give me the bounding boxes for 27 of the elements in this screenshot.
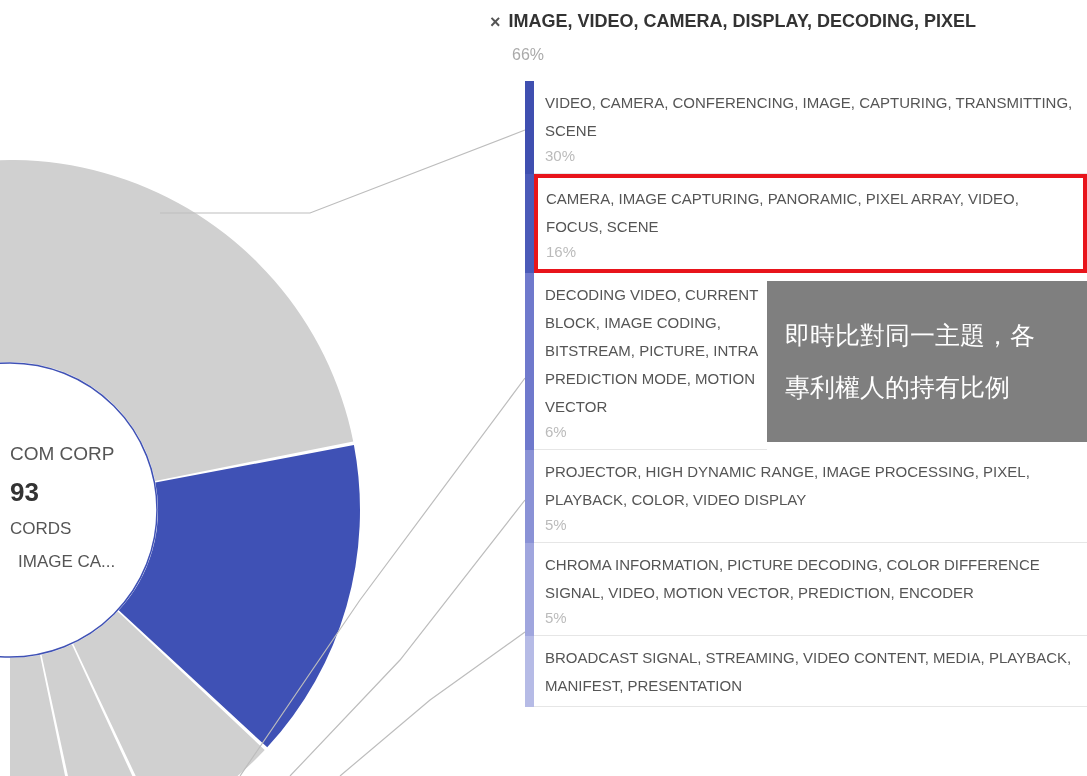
caption-text: 即時比對同一主題，各 — [785, 320, 1036, 351]
subtopic-label: VIDEO, CAMERA, CONFERENCING, IMAGE, CAPTURING, TRANSMITTING, SCENE — [545, 93, 1074, 141]
subtopic-item[interactable]: PROJECTOR, HIGH DYNAMIC RANGE, IMAGE PROCESSING, PIXEL, PLAYBACK, COLOR, VIDEO DISPLAY 5% — [534, 450, 1087, 543]
center-title: COM CORP — [10, 442, 116, 466]
topic-title: IMAGE, VIDEO, CAMERA, DISPLAY, DECODING, PIXEL — [508, 10, 976, 33]
subtopic-label: DECODING VIDEO, CURRENT BLOCK, IMAGE CODING, BITSTREAM, PICTURE, INTRA PREDICTION MODE, MOTION VECTOR — [545, 285, 759, 417]
subtopic-share: 6% — [545, 422, 568, 442]
subtopic-share: 5% — [545, 515, 568, 535]
center-count: 93 — [10, 475, 40, 509]
subtopic-item[interactable]: CHROMA INFORMATION, PICTURE DECODING, COLOR DIFFERENCE SIGNAL, VIDEO, MOTION VECTOR, PREDICTION, ENCODER 5% — [534, 543, 1087, 636]
center-unit: CORDS — [10, 517, 73, 540]
donut-slice[interactable] — [0, 160, 354, 481]
subtopic-share: 16% — [546, 242, 578, 262]
caption-text: 專利權人的持有比例 — [785, 371, 1011, 403]
subtopic-item[interactable]: VIDEO, CAMERA, CONFERENCING, IMAGE, CAPTURING, TRANSMITTING, SCENE 30% — [534, 81, 1087, 174]
center-topic: IMAGE CA... — [18, 551, 116, 573]
donut-slice[interactable] — [118, 445, 360, 748]
topic-share: 66% — [512, 45, 546, 65]
subtopic-label: CAMERA, IMAGE CAPTURING, PANORAMIC, PIXEL ARRAY, VIDEO, FOCUS, SCENE — [546, 189, 1020, 237]
subtopic-label: CHROMA INFORMATION, PICTURE DECODING, COLOR DIFFERENCE SIGNAL, VIDEO, MOTION VECTOR, PREDICTION, ENCODER — [545, 555, 1041, 603]
subtopic-share: 5% — [545, 608, 568, 628]
subtopic-item[interactable]: CAMERA, IMAGE CAPTURING, PANORAMIC, PIXEL ARRAY, VIDEO, FOCUS, SCENE 16% — [534, 174, 1087, 273]
subtopic-label: PROJECTOR, HIGH DYNAMIC RANGE, IMAGE PROCESSING, PIXEL, PLAYBACK, COLOR, VIDEO DISPLAY — [545, 462, 1031, 510]
subtopic-label: BROADCAST SIGNAL, STREAMING, VIDEO CONTENT, MEDIA, PLAYBACK, MANIFEST, PRESENTATION — [545, 648, 1073, 696]
close-icon[interactable]: × — [490, 12, 501, 31]
subtopic-share: 30% — [545, 146, 577, 166]
subtopic-item[interactable]: BROADCAST SIGNAL, STREAMING, VIDEO CONTENT, MEDIA, PLAYBACK, MANIFEST, PRESENTATION — [534, 636, 1087, 707]
